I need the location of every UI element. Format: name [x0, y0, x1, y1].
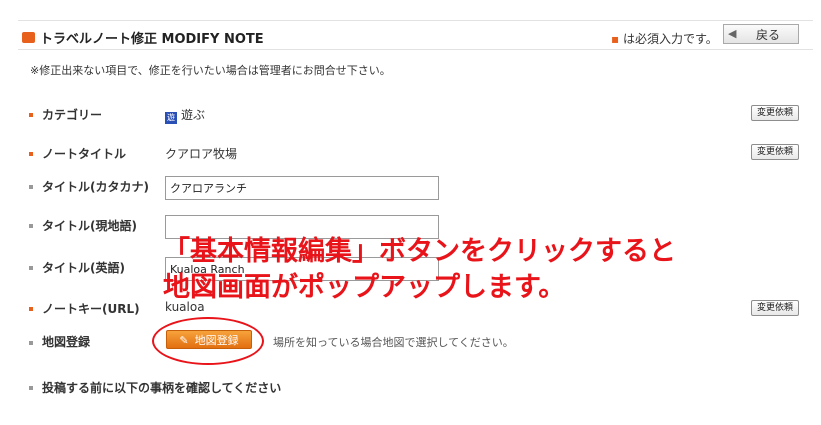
required-bullet: [29, 152, 33, 156]
map-label: 地図登録: [42, 335, 91, 349]
required-note: ▪ は必須入力です。: [611, 30, 718, 47]
bullet: [29, 386, 33, 390]
note-title-row: ノートタイトル クアロア牧場 変更依頼: [0, 143, 821, 167]
category-value: 遊遊ぶ: [165, 106, 205, 124]
note-title-value: クアロア牧場: [165, 147, 238, 161]
title-kana-input[interactable]: [165, 176, 439, 200]
category-value-text: 遊ぶ: [181, 108, 206, 122]
category-label: カテゴリー: [42, 108, 103, 122]
title-kana-row: タイトル(カタカナ): [0, 176, 821, 200]
bullet: [29, 185, 33, 189]
modify-notice: ※修正出来ない項目で、修正を行いたい場合は管理者にお問合せ下さい。: [30, 64, 391, 77]
back-button[interactable]: ◀ 戻る: [723, 24, 799, 44]
title-kana-label: タイトル(カタカナ): [42, 180, 149, 194]
back-button-label: 戻る: [756, 28, 781, 42]
page-title: トラベルノート修正 MODIFY NOTE: [40, 32, 264, 47]
confirm-row: 投稿する前に以下の事柄を確認してください: [0, 377, 821, 401]
title-english-label: タイトル(英語): [42, 261, 125, 275]
page-header: トラベルノート修正 MODIFY NOTE ▪ は必須入力です。 ◀ 戻る: [18, 20, 813, 50]
note-title-change-button[interactable]: 変更依頼: [751, 144, 799, 160]
bullet: [29, 224, 33, 228]
category-play-icon: 遊: [165, 112, 177, 124]
required-bullet: [29, 307, 33, 311]
bullet: [29, 266, 33, 270]
annotation-text: 「基本情報編集」ボタンをクリックすると 地図画面がポップアップします。: [163, 234, 676, 306]
category-row: カテゴリー 遊遊ぶ 変更依頼: [0, 104, 821, 128]
annotation-line-1: 「基本情報編集」ボタンをクリックすると: [163, 236, 676, 267]
back-arrow-icon: ◀: [728, 27, 737, 40]
category-change-button[interactable]: 変更依頼: [751, 105, 799, 121]
required-mark: ▪: [611, 32, 620, 46]
bullet: [29, 341, 33, 345]
annotation-line-2: 地図画面がポップアップします。: [163, 272, 566, 303]
highlight-circle: [152, 317, 264, 365]
note-key-change-button[interactable]: 変更依頼: [751, 300, 799, 316]
confirm-label: 投稿する前に以下の事柄を確認してください: [42, 381, 282, 395]
note-title-label: ノートタイトル: [42, 147, 127, 161]
note-icon: [22, 32, 35, 43]
required-note-text: は必須入力です。: [622, 32, 718, 46]
map-hint: 場所を知っている場合地図で選択してください。: [273, 336, 514, 349]
required-bullet: [29, 113, 33, 117]
title-local-label: タイトル(現地語): [42, 219, 137, 233]
note-key-label: ノートキー(URL): [42, 302, 140, 316]
